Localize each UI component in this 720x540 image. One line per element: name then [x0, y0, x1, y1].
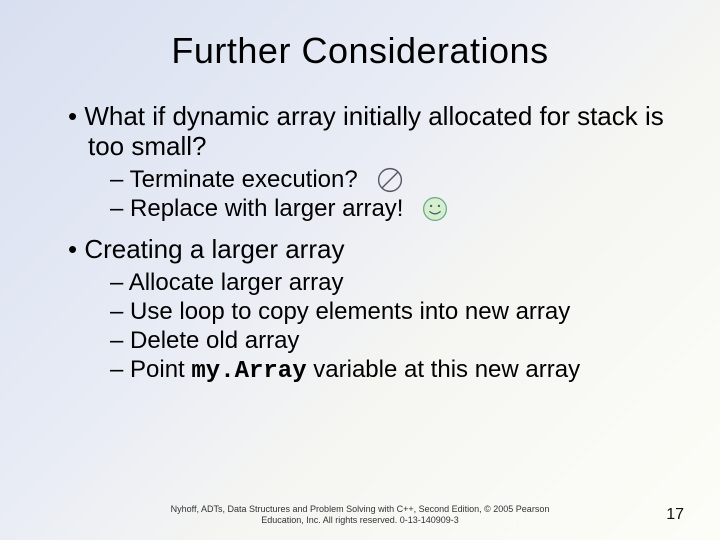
bullet-terminate: Terminate execution?	[110, 166, 358, 195]
footer-line-1: Nyhoff, ADTs, Data Structures and Proble…	[110, 504, 610, 515]
page-title: Further Considerations	[40, 30, 680, 72]
row-replace: Replace with larger array!	[40, 195, 680, 224]
code-myarray: my.Array	[191, 358, 306, 385]
bullet-point-pre: Point	[130, 356, 191, 383]
bullet-replace: Replace with larger array!	[110, 195, 403, 224]
bullet-copy: Use loop to copy elements into new array	[110, 298, 680, 327]
smiley-icon	[421, 195, 449, 223]
bullet-creating: Creating a larger array	[68, 235, 680, 265]
bullet-delete: Delete old array	[110, 327, 680, 356]
bullet-q1: What if dynamic array initially allocate…	[68, 102, 680, 162]
bullet-point-post: variable at this new array	[307, 356, 580, 383]
footer-line-2: Education, Inc. All rights reserved. 0-1…	[110, 515, 610, 526]
no-symbol-icon	[376, 166, 404, 194]
slide: Further Considerations What if dynamic a…	[0, 0, 720, 540]
page-number: 17	[666, 506, 684, 524]
row-terminate: Terminate execution?	[40, 166, 680, 195]
footer-citation: Nyhoff, ADTs, Data Structures and Proble…	[0, 504, 720, 527]
bullet-allocate: Allocate larger array	[110, 269, 680, 298]
bullet-point-array: Point my.Array variable at this new arra…	[110, 356, 680, 387]
